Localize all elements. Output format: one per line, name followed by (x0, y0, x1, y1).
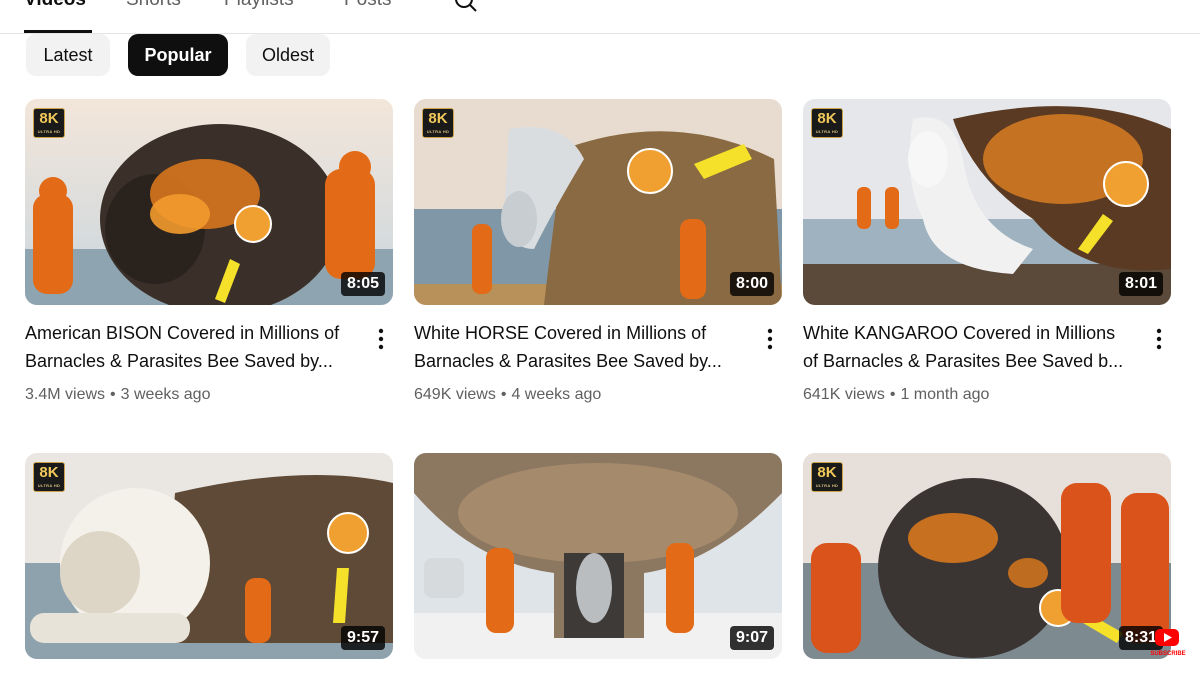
meta-separator: • (889, 386, 896, 403)
subscribe-watermark-icon: SUBSCRIBE (1150, 629, 1186, 657)
video-title-line-1: White KANGAROO Covered in Millions (803, 323, 1116, 343)
video-title[interactable]: White HORSE Covered in Millions of Barna… (414, 319, 754, 375)
more-options-icon[interactable] (1151, 327, 1167, 351)
video-thumbnail[interactable]: 9:07 (414, 453, 782, 659)
badge-8k: 8K ULTRA HD (422, 108, 454, 138)
badge-8k: 8K ULTRA HD (811, 462, 843, 492)
video-meta: 649K views • 4 weeks ago (414, 386, 601, 404)
upload-age: 4 weeks ago (511, 386, 602, 403)
video-thumbnail[interactable]: 8K ULTRA HD 8:31 (803, 453, 1171, 659)
video-title-line-2: of Barnacles & Parasites Bee Saved b... (803, 351, 1124, 371)
video-card[interactable]: 9:07 (414, 453, 782, 659)
video-thumbnail[interactable]: 8K ULTRA HD 9:57 (25, 453, 393, 659)
badge-8k: 8K ULTRA HD (33, 108, 65, 138)
badge-8k: 8K ULTRA HD (33, 462, 65, 492)
meta-separator: • (110, 386, 116, 403)
video-title-line-1: American BISON Covered in Millions of (25, 323, 340, 343)
video-thumbnail[interactable]: 8K ULTRA HD 8:01 (803, 99, 1171, 305)
view-count: 649K views (414, 386, 496, 403)
duration-badge: 8:05 (340, 272, 385, 296)
channel-tabs: Videos Shorts Playlists Posts (0, 0, 1200, 34)
chip-popular[interactable]: Popular (128, 34, 228, 76)
video-card[interactable]: 8K ULTRA HD 8:05 American BISON Covered i… (25, 99, 393, 403)
search-icon[interactable] (452, 0, 478, 14)
chip-latest[interactable]: Latest (26, 34, 110, 76)
view-count: 641K views (803, 386, 885, 403)
upload-age: 1 month ago (900, 386, 990, 403)
chip-oldest[interactable]: Oldest (246, 34, 330, 76)
video-card[interactable]: 8K ULTRA HD 8:01 White KANGAROO Covered i… (803, 99, 1171, 403)
upload-age: 3 weeks ago (120, 386, 211, 403)
video-title-line-1: White HORSE Covered in Millions of (414, 323, 707, 343)
video-thumbnail[interactable]: 8K ULTRA HD 8:00 (414, 99, 782, 305)
more-options-icon[interactable] (373, 327, 389, 351)
duration-badge: 9:07 (729, 626, 774, 650)
tab-posts[interactable]: Posts (344, 0, 392, 12)
meta-separator: • (500, 386, 507, 403)
video-card[interactable]: 8K ULTRA HD 8:31 (803, 453, 1171, 659)
video-meta: 3.4M views • 3 weeks ago (25, 386, 210, 404)
video-card[interactable]: 8K ULTRA HD 8:00 White HORSE Covered in M… (414, 99, 782, 403)
video-title[interactable]: White KANGAROO Covered in Millions of Ba… (803, 319, 1143, 375)
view-count: 3.4M views (25, 386, 106, 403)
tab-playlists[interactable]: Playlists (224, 0, 294, 12)
more-options-icon[interactable] (762, 327, 778, 351)
duration-badge: 8:00 (729, 272, 774, 296)
video-title-line-2: Barnacles & Parasites Bee Saved by... (414, 351, 722, 371)
badge-8k: 8K ULTRA HD (811, 108, 843, 138)
channel-videos-page: Videos Shorts Playlists Posts Latest Pop… (0, 0, 1200, 675)
video-meta: 641K views • 1 month ago (803, 386, 989, 404)
tab-shorts[interactable]: Shorts (126, 0, 181, 12)
video-title-line-2: Barnacles & Parasites Bee Saved by... (25, 351, 333, 371)
duration-badge: 9:57 (340, 626, 385, 650)
video-card[interactable]: 8K ULTRA HD 9:57 (25, 453, 393, 659)
video-title[interactable]: American BISON Covered in Millions of Ba… (25, 319, 365, 375)
duration-badge: 8:01 (1118, 272, 1163, 296)
video-thumbnail[interactable]: 8K ULTRA HD 8:05 (25, 99, 393, 305)
tab-videos[interactable]: Videos (24, 0, 86, 12)
active-tab-underline (24, 30, 92, 33)
subscribe-label: SUBSCRIBE (1150, 651, 1185, 657)
